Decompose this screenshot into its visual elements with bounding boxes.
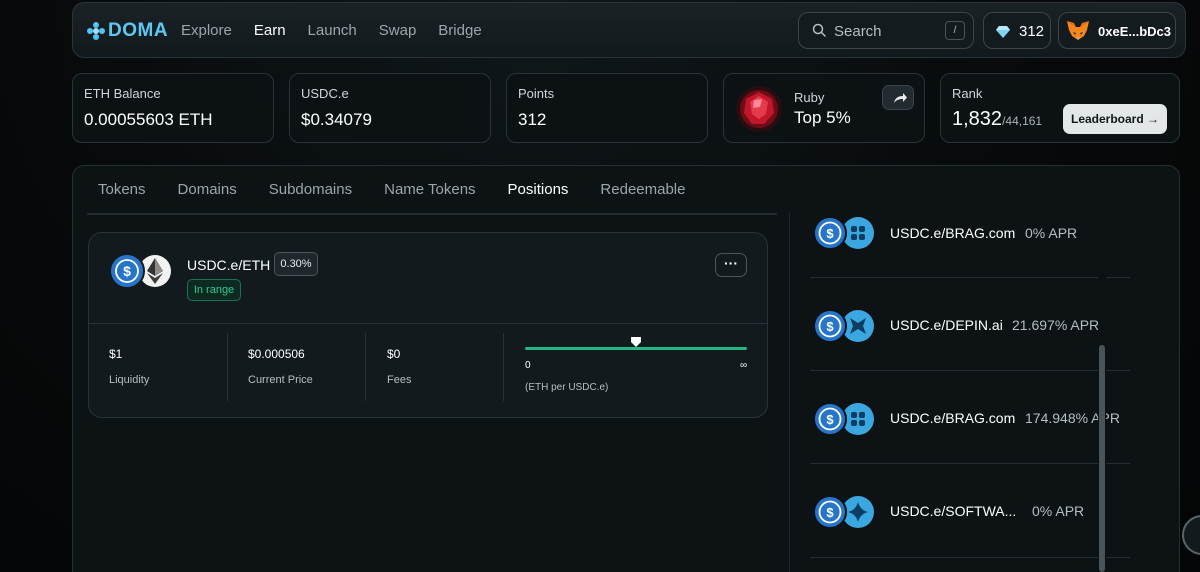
search-shortcut-key: / (945, 21, 965, 40)
metric-divider (365, 333, 366, 401)
usdc-balance-card: USDC.e $0.34079 (289, 73, 491, 143)
leaderboard-button[interactable]: Leaderboard → (1063, 104, 1167, 134)
pool-name: USDC.e/DEPIN.ai (890, 317, 1003, 333)
tab-name-tokens[interactable]: Name Tokens (384, 181, 475, 198)
metric-divider (227, 333, 228, 401)
current-price-value: $0.000506 (248, 347, 305, 361)
eth-balance-value: 0.00055603 ETH (84, 110, 213, 129)
points-value: 312 (518, 110, 547, 129)
pool-item[interactable]: $ USDC.e/BRAG.com 174.948% APR (790, 386, 1140, 478)
liquidity-label: Liquidity (109, 374, 150, 386)
position-card[interactable]: $ USDC.e/ETH 0.30% In range ··· $1 Liqui… (88, 232, 768, 418)
rank-total: /44,161 (1002, 114, 1043, 128)
metric-divider (503, 333, 504, 401)
usdc-balance-value: $0.34079 (301, 110, 372, 129)
fee-tier-badge: 0.30% (274, 252, 318, 276)
tab-domains[interactable]: Domains (178, 181, 237, 198)
pool-list-scrollbar-thumb[interactable] (1099, 345, 1105, 572)
usdc-depin-pair-icon: $ (813, 309, 874, 343)
search-icon (812, 23, 826, 37)
tab-tokens[interactable]: Tokens (98, 181, 146, 198)
pool-divider (810, 557, 1130, 558)
rank-value: 1,832/44,161 (952, 108, 1042, 131)
usdc-software-pair-icon: $ (813, 495, 874, 529)
current-price-label: Current Price (248, 374, 313, 386)
points-pill[interactable]: 312 (983, 12, 1051, 49)
usdc-brag-pair-icon: $ (813, 402, 874, 436)
liquidity-value: $1 (109, 347, 123, 361)
tab-subdomains[interactable]: Subdomains (269, 181, 352, 198)
svg-text:$: $ (826, 226, 834, 241)
pool-apr: 0% APR (1032, 503, 1085, 519)
tab-divider (87, 213, 777, 215)
pool-apr: 21.697% APR (1012, 317, 1100, 333)
in-range-badge: In range (187, 279, 241, 301)
share-button[interactable] (882, 85, 914, 110)
svg-text:$: $ (826, 505, 834, 520)
pool-divider (810, 463, 1130, 464)
svg-text:$: $ (123, 263, 131, 279)
current-price-metric: $0.000506 Current Price (248, 347, 313, 386)
logo-text: DOMA (108, 20, 169, 41)
search-placeholder: Search (834, 23, 882, 40)
rank-card: Rank 1,832/44,161 Leaderboard → (940, 73, 1180, 143)
ruby-gem-icon (736, 86, 782, 132)
nav-link-bridge[interactable]: Bridge (438, 22, 481, 39)
doma-logo[interactable]: DOMA (87, 20, 168, 42)
tab-positions[interactable]: Positions (508, 181, 569, 198)
ruby-label: Ruby (794, 90, 825, 105)
range-unit-label: (ETH per USDC.e) (525, 382, 609, 393)
wallet-button[interactable]: 0xeE...bDc3 (1058, 12, 1176, 49)
pool-item[interactable]: $ USDC.e/DEPIN.ai 21.697% APR (790, 293, 1140, 385)
fees-value: $0 (387, 347, 401, 361)
search-input[interactable]: Search / (798, 12, 974, 49)
pool-list: $ USDC.e/BRAG.com 0% APR $ USDC.e/DEPIN.… (789, 212, 1151, 572)
tab-redeemable[interactable]: Redeemable (600, 181, 685, 198)
nav-links: Explore Earn Launch Swap Bridge (181, 22, 482, 39)
usdc-eth-pair-icon: $ (109, 253, 171, 289)
svg-text:$: $ (826, 412, 834, 427)
position-pair-name: USDC.e/ETH (187, 257, 271, 273)
current-price-marker-icon (631, 337, 641, 347)
eth-balance-label: ETH Balance (84, 86, 161, 101)
more-options-button[interactable]: ··· (715, 253, 747, 277)
share-icon (894, 93, 907, 103)
nav-link-swap[interactable]: Swap (379, 22, 417, 39)
ruby-rank-value: Top 5% (794, 108, 851, 127)
top-navbar: DOMA Explore Earn Launch Swap Bridge Sea… (72, 2, 1186, 58)
pool-divider (810, 277, 1130, 278)
range-min-label: 0 (525, 360, 531, 371)
rank-number: 1,832 (952, 108, 1003, 130)
nav-link-earn[interactable]: Earn (254, 22, 286, 39)
pool-name: USDC.e/SOFTWA... (890, 503, 1017, 519)
rank-label: Rank (952, 86, 983, 101)
portfolio-tabs: Tokens Domains Subdomains Name Tokens Po… (98, 181, 685, 198)
usdc-balance-label: USDC.e (301, 86, 349, 101)
diamond-icon (996, 26, 1010, 38)
pool-divider (810, 370, 1130, 371)
liquidity-metric: $1 Liquidity (109, 347, 149, 386)
fees-metric: $0 Fees (387, 347, 411, 386)
pool-apr: 0% APR (1025, 225, 1078, 241)
pool-name: USDC.e/BRAG.com (890, 225, 1016, 241)
points-count: 312 (1019, 23, 1045, 40)
svg-text:$: $ (826, 319, 834, 334)
portfolio-panel: Tokens Domains Subdomains Name Tokens Po… (72, 165, 1180, 572)
nav-link-launch[interactable]: Launch (308, 22, 357, 39)
ruby-tier-card: Ruby Top 5% (723, 73, 925, 143)
wallet-address: 0xeE...bDc3 (1098, 24, 1171, 39)
eth-balance-card: ETH Balance 0.00055603 ETH (72, 73, 274, 143)
position-divider (89, 323, 767, 324)
nav-link-explore[interactable]: Explore (181, 22, 232, 39)
points-card: Points 312 (506, 73, 708, 143)
range-max-label: ∞ (740, 360, 748, 371)
fees-label: Fees (387, 374, 412, 386)
doma-logo-icon (87, 22, 105, 40)
points-label: Points (518, 86, 555, 101)
pool-item[interactable]: $ USDC.e/BRAG.com 0% APR (790, 212, 1140, 304)
metamask-fox-icon (1067, 21, 1089, 40)
usdc-brag-pair-icon: $ (813, 216, 874, 250)
pool-name: USDC.e/BRAG.com (890, 410, 1016, 426)
